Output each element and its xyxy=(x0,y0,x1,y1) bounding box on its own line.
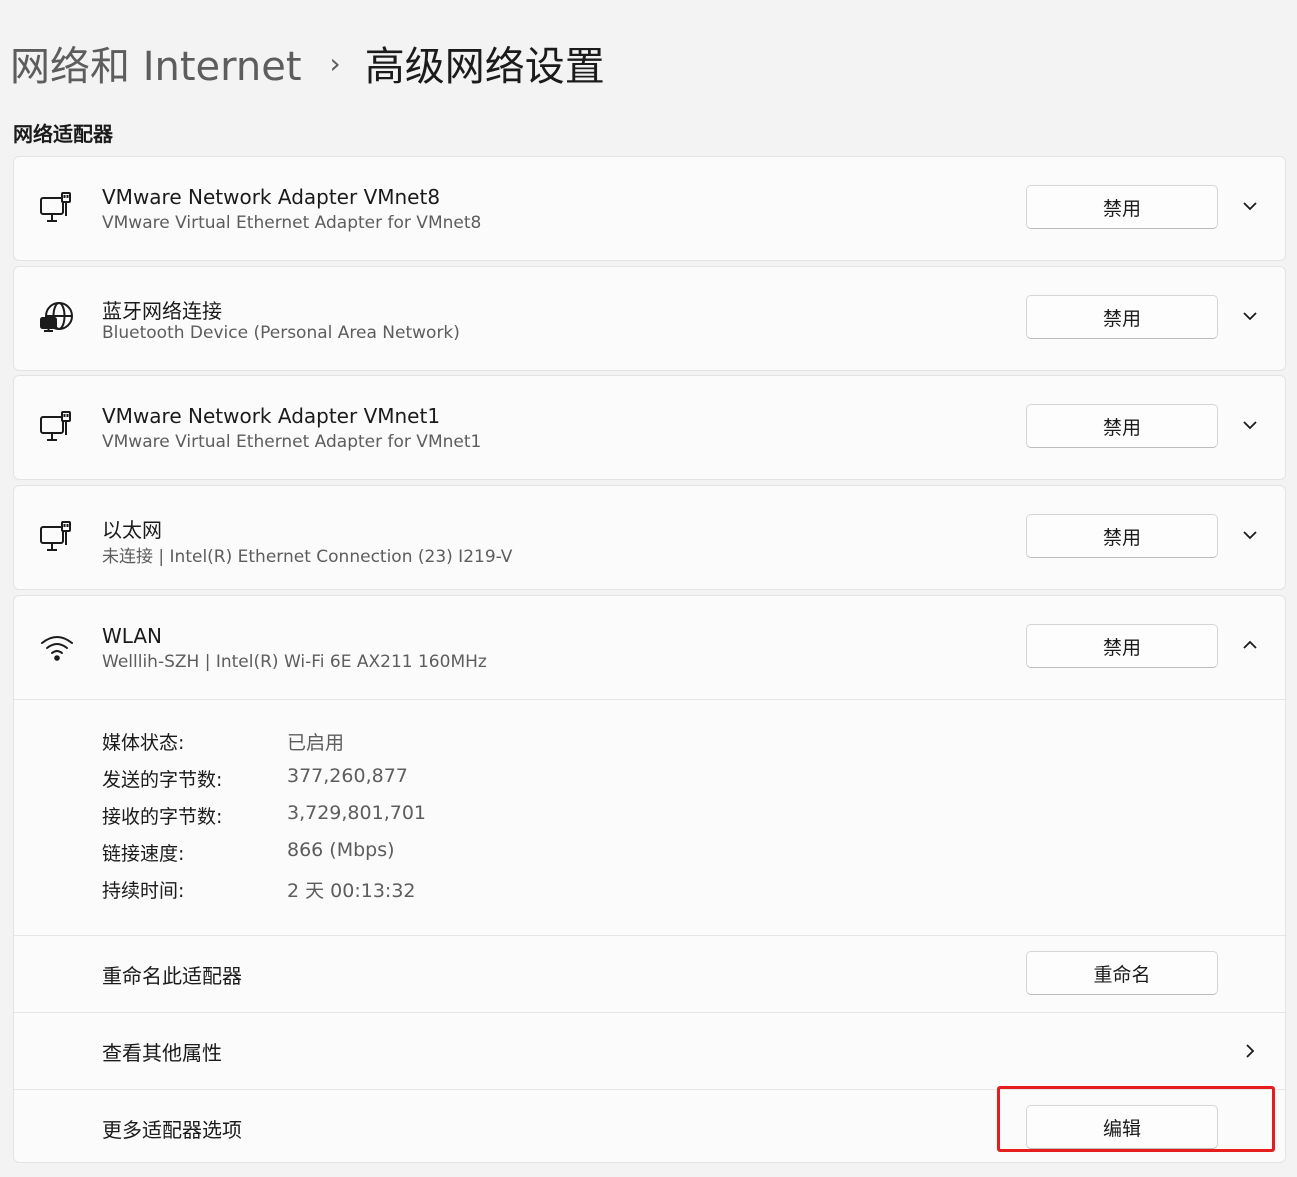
detail-label: 持续时间: xyxy=(102,880,185,902)
disable-button[interactable]: 禁用 xyxy=(1026,514,1218,558)
chevron-right-icon[interactable] xyxy=(1239,1040,1261,1062)
detail-duration: 持续时间: 2 天 00:13:32 xyxy=(102,876,416,903)
chevron-down-icon[interactable] xyxy=(1239,305,1261,327)
adapter-title: 蓝牙网络连接 xyxy=(102,299,222,323)
edit-button[interactable]: 编辑 xyxy=(1026,1105,1218,1149)
detail-label: 发送的字节数: xyxy=(102,769,223,791)
view-properties-row[interactable]: 查看其他属性 xyxy=(14,1012,1285,1089)
wlan-details: 媒体状态: 已启用 发送的字节数: 377,260,877 接收的字节数: 3,… xyxy=(14,699,1285,935)
wifi-icon xyxy=(38,628,76,666)
chevron-down-icon[interactable] xyxy=(1239,195,1261,217)
adapter-card-ethernet: 以太网 未连接 | Intel(R) Ethernet Connection (… xyxy=(13,485,1286,590)
detail-value: 3,729,801,701 xyxy=(287,802,427,824)
adapter-card-vmnet1: VMware Network Adapter VMnet1 VMware Vir… xyxy=(13,375,1286,480)
rename-adapter-label: 重命名此适配器 xyxy=(102,964,242,988)
adapter-row[interactable]: VMware Network Adapter VMnet8 VMware Vir… xyxy=(14,157,1285,260)
section-label: 网络适配器 xyxy=(13,122,113,146)
detail-value: 已启用 xyxy=(287,732,345,754)
adapter-subtitle: VMware Virtual Ethernet Adapter for VMne… xyxy=(102,213,482,233)
adapter-card-vmnet8: VMware Network Adapter VMnet8 VMware Vir… xyxy=(13,156,1286,261)
breadcrumb-parent-link[interactable]: 网络和 Internet xyxy=(10,34,302,92)
detail-label: 媒体状态: xyxy=(102,732,185,754)
adapter-title: WLAN xyxy=(102,624,163,648)
adapter-card-bluetooth: 蓝牙网络连接 Bluetooth Device (Personal Area N… xyxy=(13,266,1286,371)
detail-label: 接收的字节数: xyxy=(102,806,223,828)
detail-bytes-received: 接收的字节数: 3,729,801,701 xyxy=(102,802,426,829)
adapter-row[interactable]: WLAN Welllih-SZH | Intel(R) Wi-Fi 6E AX2… xyxy=(14,596,1285,699)
adapter-subtitle: Bluetooth Device (Personal Area Network) xyxy=(102,323,460,343)
page-title: 高级网络设置 xyxy=(364,44,605,90)
more-adapter-options-label: 更多适配器选项 xyxy=(102,1118,242,1142)
rename-button[interactable]: 重命名 xyxy=(1026,951,1218,995)
ethernet-adapter-icon xyxy=(38,518,76,556)
adapter-title: 以太网 xyxy=(102,518,162,542)
detail-link-speed: 链接速度: 866 (Mbps) xyxy=(102,839,395,866)
adapter-row[interactable]: 蓝牙网络连接 Bluetooth Device (Personal Area N… xyxy=(14,267,1285,370)
adapter-subtitle: Welllih-SZH | Intel(R) Wi-Fi 6E AX211 16… xyxy=(102,652,487,672)
ethernet-adapter-icon xyxy=(38,408,76,446)
chevron-down-icon[interactable] xyxy=(1239,414,1261,436)
detail-value: 2 天 00:13:32 xyxy=(287,880,416,902)
disable-button[interactable]: 禁用 xyxy=(1026,624,1218,668)
more-adapter-options-row: 更多适配器选项 编辑 xyxy=(14,1089,1285,1166)
chevron-up-icon[interactable] xyxy=(1239,634,1261,656)
detail-media-status: 媒体状态: 已启用 xyxy=(102,728,344,755)
adapter-row[interactable]: VMware Network Adapter VMnet1 VMware Vir… xyxy=(14,376,1285,479)
detail-bytes-sent: 发送的字节数: 377,260,877 xyxy=(102,765,408,792)
disable-button[interactable]: 禁用 xyxy=(1026,295,1218,339)
chevron-down-icon[interactable] xyxy=(1239,524,1261,546)
disable-button[interactable]: 禁用 xyxy=(1026,185,1218,229)
detail-value: 377,260,877 xyxy=(287,765,408,787)
detail-label: 链接速度: xyxy=(102,843,185,865)
view-properties-label: 查看其他属性 xyxy=(102,1041,222,1065)
detail-value: 866 (Mbps) xyxy=(287,839,395,861)
breadcrumb-separator-icon: › xyxy=(329,46,341,80)
ethernet-adapter-icon xyxy=(38,189,76,227)
adapter-subtitle: 未连接 | Intel(R) Ethernet Connection (23) … xyxy=(102,547,513,567)
disable-button[interactable]: 禁用 xyxy=(1026,404,1218,448)
bluetooth-network-icon xyxy=(38,299,76,337)
adapter-title: VMware Network Adapter VMnet1 xyxy=(102,404,441,428)
adapter-card-wlan: WLAN Welllih-SZH | Intel(R) Wi-Fi 6E AX2… xyxy=(13,595,1286,1163)
adapter-row[interactable]: 以太网 未连接 | Intel(R) Ethernet Connection (… xyxy=(14,486,1285,589)
breadcrumb: 网络和 Internet › 高级网络设置 xyxy=(10,34,605,92)
rename-adapter-row: 重命名此适配器 重命名 xyxy=(14,935,1285,1012)
adapter-title: VMware Network Adapter VMnet8 xyxy=(102,185,441,209)
adapter-subtitle: VMware Virtual Ethernet Adapter for VMne… xyxy=(102,432,482,452)
